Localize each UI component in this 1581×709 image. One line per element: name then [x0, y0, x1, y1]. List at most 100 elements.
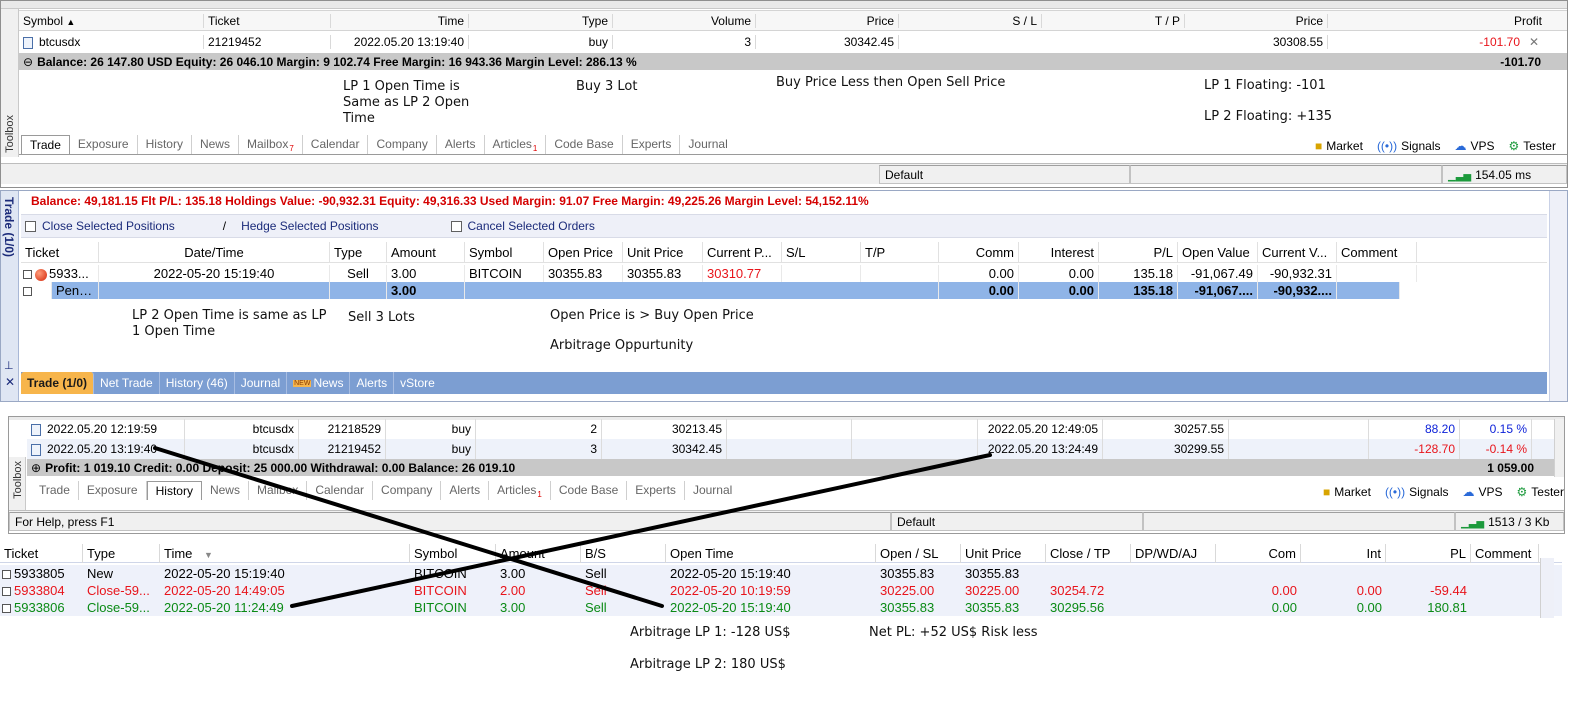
- tab-journal[interactable]: Journal: [680, 135, 735, 154]
- col-ticket[interactable]: Ticket: [21, 241, 99, 263]
- market-button[interactable]: ■ Market: [1315, 139, 1363, 153]
- lp2-tab-trade[interactable]: Trade (1/0): [21, 372, 95, 394]
- lp2-history-row-1[interactable]: 5933805 New 2022-05-20 15:19:40 BITCOIN …: [0, 565, 1562, 582]
- hc-int[interactable]: Int: [1301, 543, 1386, 563]
- hc-com[interactable]: Com: [1216, 543, 1301, 563]
- vps-button[interactable]: ☁ VPS: [1454, 139, 1494, 153]
- row-checkbox[interactable]: [2, 587, 11, 597]
- hc-pl[interactable]: PL: [1386, 543, 1471, 563]
- hc-time[interactable]: Time ▼: [160, 543, 410, 563]
- close-selected-checkbox[interactable]: [25, 221, 36, 233]
- tab-experts[interactable]: Experts: [623, 135, 681, 154]
- col-symbol[interactable]: Symbol ▲: [19, 13, 204, 28]
- hc-unit-price[interactable]: Unit Price: [961, 543, 1046, 563]
- hedge-selected-action[interactable]: Hedge Selected Positions: [241, 219, 378, 233]
- close-panel-icon[interactable]: ✕: [5, 375, 15, 389]
- h-tab-trade[interactable]: Trade: [31, 481, 79, 500]
- lp2-tab-news[interactable]: NEW News: [287, 372, 351, 394]
- tab-alerts[interactable]: Alerts: [437, 135, 485, 154]
- tab-mailbox[interactable]: Mailbox7: [239, 135, 303, 154]
- row-checkbox[interactable]: [23, 270, 32, 280]
- lp2-tab-alerts[interactable]: Alerts: [350, 372, 395, 394]
- close-icon[interactable]: ✕: [1524, 35, 1544, 49]
- hc-open-sl[interactable]: Open / SL: [876, 543, 961, 563]
- tab-calendar[interactable]: Calendar: [303, 135, 369, 154]
- lp2-tab-net-trade[interactable]: Net Trade: [94, 372, 160, 394]
- lp2-position-row[interactable]: 5933... 2022-05-20 15:19:40 Sell 3.00 BI…: [21, 265, 1547, 282]
- col-open-value[interactable]: Open Value: [1178, 241, 1258, 263]
- h-vps-button[interactable]: ☁ VPS: [1462, 485, 1502, 499]
- col-price[interactable]: Price: [756, 13, 899, 28]
- col-ticket[interactable]: Ticket: [204, 13, 331, 28]
- h-market-button[interactable]: ■ Market: [1323, 485, 1371, 499]
- close-selected-action[interactable]: Close Selected Positions: [25, 219, 175, 233]
- history-scrollbar[interactable]: [1554, 419, 1564, 477]
- hc-dp[interactable]: DP/WD/AJ: [1131, 543, 1216, 563]
- h-tab-exposure[interactable]: Exposure: [79, 481, 147, 500]
- col-volume[interactable]: Volume: [613, 13, 756, 28]
- h-tab-company[interactable]: Company: [373, 481, 442, 500]
- lp2-pending-row[interactable]: Pend... 3.00 0.00 0.00 135.18 -91,067...…: [21, 282, 1547, 299]
- hc-bs[interactable]: B/S: [581, 543, 666, 563]
- h-tab-experts[interactable]: Experts: [627, 481, 685, 500]
- col-datetime[interactable]: Date/Time: [99, 241, 330, 263]
- cancel-orders-checkbox[interactable]: [450, 221, 462, 233]
- tab-company[interactable]: Company: [368, 135, 437, 154]
- signals-button[interactable]: ((•)) Signals: [1377, 139, 1441, 153]
- col-interest[interactable]: Interest: [1019, 241, 1099, 263]
- hc-close-tp[interactable]: Close / TP: [1046, 543, 1131, 563]
- h-tab-alerts[interactable]: Alerts: [441, 481, 490, 500]
- col-amount[interactable]: Amount: [387, 241, 465, 263]
- col-sl[interactable]: S/L: [782, 241, 861, 263]
- hc-amount[interactable]: Amount: [496, 543, 581, 563]
- col-type[interactable]: Type: [469, 13, 613, 28]
- col-open-price[interactable]: Open Price: [544, 241, 623, 263]
- h-tab-calendar[interactable]: Calendar: [307, 481, 374, 500]
- col-tp[interactable]: T / P: [1042, 13, 1185, 28]
- tab-news[interactable]: News: [192, 135, 239, 154]
- col-type[interactable]: Type: [330, 241, 387, 263]
- h-tab-mailbox[interactable]: Mailbox: [249, 481, 308, 500]
- col-cur-price[interactable]: Price: [1185, 13, 1328, 28]
- lp2-history-row-2[interactable]: 5933804 Close-59... 2022-05-20 14:49:05 …: [0, 582, 1562, 599]
- row-checkbox[interactable]: [2, 570, 11, 580]
- hc-open-time[interactable]: Open Time: [666, 543, 876, 563]
- col-unit-price[interactable]: Unit Price: [623, 241, 703, 263]
- tester-button[interactable]: ⚙ Tester: [1509, 139, 1556, 153]
- lp2-tab-history[interactable]: History (46): [160, 372, 235, 394]
- lp2-side-strip[interactable]: Trade (1/0) ⊥ ✕: [1, 191, 19, 401]
- position-row[interactable]: btcusdx 21219452 2022.05.20 13:19:40 buy…: [19, 32, 1567, 52]
- col-profit[interactable]: Profit: [1328, 14, 1546, 28]
- h-tab-code-base[interactable]: Code Base: [551, 481, 628, 500]
- h-tab-history[interactable]: History: [146, 481, 202, 500]
- col-current-price[interactable]: Current P...: [703, 241, 782, 263]
- h-tab-news[interactable]: News: [202, 481, 249, 500]
- hc-ticket[interactable]: Ticket: [0, 543, 83, 563]
- col-comment[interactable]: Comment: [1337, 241, 1417, 263]
- tab-articles[interactable]: Articles1: [485, 135, 547, 154]
- hc-type[interactable]: Type: [83, 543, 160, 563]
- col-symbol[interactable]: Symbol: [465, 241, 544, 263]
- h-tester-button[interactable]: ⚙ Tester: [1517, 485, 1564, 499]
- col-pl[interactable]: P/L: [1099, 241, 1178, 263]
- cancel-orders-action[interactable]: Cancel Selected Orders: [450, 219, 595, 233]
- lp2-history-row-3[interactable]: 5933806 Close-59... 2022-05-20 11:24:49 …: [0, 599, 1562, 616]
- h-tab-journal[interactable]: Journal: [685, 481, 740, 500]
- row-checkbox[interactable]: [2, 604, 11, 614]
- hc-symbol[interactable]: Symbol: [410, 543, 496, 563]
- col-time[interactable]: Time: [331, 13, 469, 28]
- col-sl[interactable]: S / L: [899, 13, 1042, 28]
- col-current-value[interactable]: Current V...: [1258, 241, 1337, 263]
- expand-icon[interactable]: ⊕: [31, 461, 41, 475]
- col-tp[interactable]: T/P: [861, 241, 939, 263]
- hc-comment[interactable]: Comment: [1471, 543, 1539, 563]
- tab-exposure[interactable]: Exposure: [70, 135, 138, 154]
- tab-trade[interactable]: Trade: [21, 135, 70, 154]
- lp2-tab-vstore[interactable]: vStore: [394, 372, 441, 394]
- h-tab-articles[interactable]: Articles1: [489, 481, 551, 500]
- h-signals-button[interactable]: ((•)) Signals: [1385, 485, 1449, 499]
- pin-icon[interactable]: ⊥: [4, 359, 14, 372]
- tab-code-base[interactable]: Code Base: [546, 135, 623, 154]
- col-comm[interactable]: Comm: [939, 241, 1019, 263]
- history-row-2[interactable]: 2022.05.20 13:19:40 btcusdx 21219452 buy…: [27, 439, 1554, 459]
